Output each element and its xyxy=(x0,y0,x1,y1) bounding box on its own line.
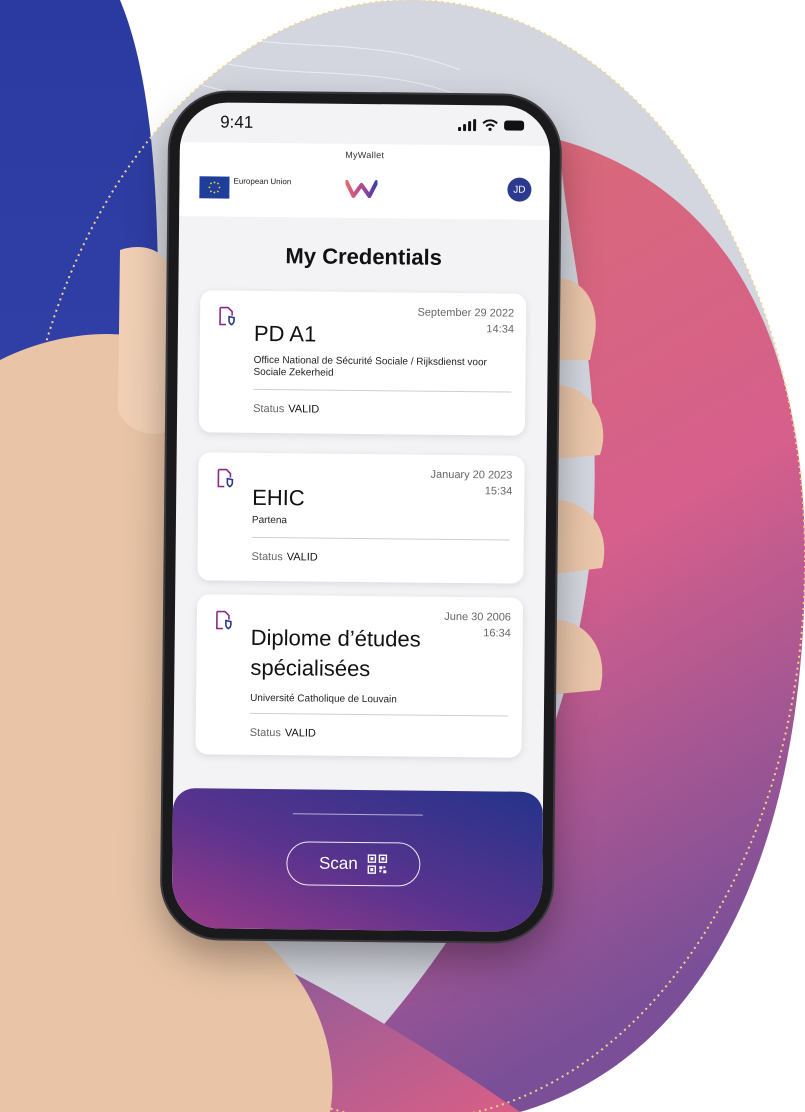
credential-issuer: Université Catholique de Louvain xyxy=(250,692,397,706)
credential-status: Status VALID xyxy=(251,550,318,564)
credential-title: PD A1 xyxy=(253,320,317,347)
scan-label: Scan xyxy=(318,853,358,873)
qr-code-icon xyxy=(367,854,388,874)
sheet-handle[interactable] xyxy=(292,813,423,816)
status-value: VALID xyxy=(288,403,320,416)
credential-status: Status VALID xyxy=(249,726,316,740)
credential-issuer: Partena xyxy=(251,514,288,527)
app-title: MyWallet xyxy=(345,149,385,161)
scan-button[interactable]: Scan xyxy=(286,841,421,887)
wifi-icon xyxy=(482,119,498,131)
document-shield-icon xyxy=(219,306,235,326)
battery-icon xyxy=(504,120,525,131)
bottom-bar: Scan xyxy=(171,788,544,932)
eu-flag-icon xyxy=(199,176,230,199)
credential-time: 15:34 xyxy=(484,485,513,498)
cellular-signal-icon xyxy=(458,119,477,132)
wallet-logo-icon xyxy=(345,179,378,199)
eu-label: European Union xyxy=(233,176,292,187)
card-divider xyxy=(251,536,510,541)
status-value: VALID xyxy=(286,551,318,564)
credential-issuer: Office National de Sécurité Sociale / Ri… xyxy=(253,354,487,379)
status-value: VALID xyxy=(284,727,316,740)
credential-title: Diplome d’études spécialisées xyxy=(250,624,421,682)
phone-screen: 9:41 MyWallet European Union JD My Crede… xyxy=(171,102,551,932)
credential-date: September 29 2022 xyxy=(417,306,515,320)
credential-card[interactable]: June 30 2006 16:34 Diplome d’études spéc… xyxy=(195,594,524,758)
document-shield-icon xyxy=(217,468,234,488)
credential-date: January 20 2023 xyxy=(430,468,513,482)
credential-title: EHIC xyxy=(252,484,305,511)
card-divider xyxy=(253,388,512,393)
document-shield-icon xyxy=(216,610,232,630)
credential-time: 14:34 xyxy=(486,323,515,336)
page-title: My Credentials xyxy=(285,243,443,270)
credential-date: June 30 2006 xyxy=(444,610,512,624)
app-header: MyWallet European Union JD xyxy=(179,142,550,220)
credential-time: 16:34 xyxy=(483,627,511,640)
card-divider xyxy=(249,712,508,717)
credential-status: Status VALID xyxy=(253,402,320,416)
user-avatar[interactable]: JD xyxy=(507,177,532,202)
status-time: 9:41 xyxy=(220,112,254,132)
phone-device: 9:41 MyWallet European Union JD My Crede… xyxy=(161,91,561,943)
status-bar: 9:41 xyxy=(180,102,550,146)
credential-card[interactable]: January 20 2023 15:34 EHIC Partena Statu… xyxy=(197,452,525,584)
credential-card[interactable]: September 29 2022 14:34 PD A1 Office Nat… xyxy=(198,290,527,436)
